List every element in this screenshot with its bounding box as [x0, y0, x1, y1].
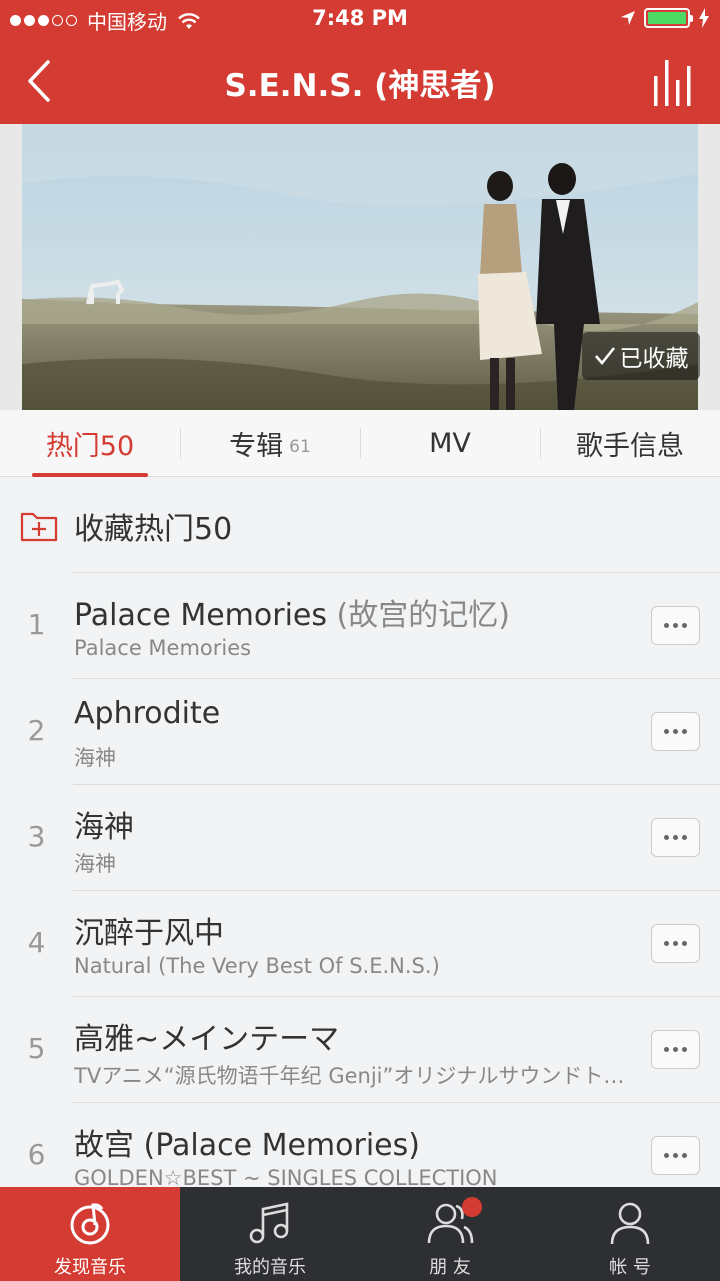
tab-bar-label: 我的音乐: [234, 1257, 306, 1278]
song-alt-title: (故宫的记忆): [327, 598, 510, 633]
song-row[interactable]: 2 Aphrodite 海神: [0, 678, 720, 784]
back-button[interactable]: [18, 56, 62, 106]
song-list: 1 Palace Memories (故宫的记忆) Palace Memorie…: [0, 572, 720, 1208]
more-options-button[interactable]: [651, 712, 700, 751]
song-album: 海神: [74, 852, 116, 876]
tab-discover-music[interactable]: 发现音乐: [0, 1187, 180, 1281]
album-count: 61: [289, 437, 311, 457]
tab-albums[interactable]: 专辑 61: [180, 410, 360, 476]
charging-bolt-icon: [699, 8, 709, 28]
song-title: 高雅~メインテーマ: [74, 1022, 340, 1057]
song-index: 4: [27, 926, 46, 959]
battery-icon: [644, 8, 693, 28]
song-album: Palace Memories: [74, 636, 252, 660]
song-index: 6: [27, 1138, 46, 1171]
song-title: 沉醉于风中: [74, 916, 224, 951]
song-title: 海神: [74, 810, 134, 845]
artist-tabs: 热门50 专辑 61 MV 歌手信息: [0, 410, 720, 477]
tab-mv[interactable]: MV: [360, 410, 540, 476]
tab-bar-label: 帐 号: [609, 1257, 651, 1278]
tab-hot50[interactable]: 热门50: [0, 410, 180, 477]
song-row[interactable]: 1 Palace Memories (故宫的记忆) Palace Memorie…: [0, 572, 720, 678]
tab-label: MV: [429, 427, 471, 459]
music-note-icon: [249, 1202, 289, 1244]
song-album: 海神: [74, 746, 116, 770]
notification-dot: [462, 1197, 482, 1217]
song-album: TVアニメ“源氏物语千年纪 Genji”オリジナルサウンドトラック: [74, 1064, 629, 1088]
tab-account[interactable]: 帐 号: [540, 1187, 720, 1281]
tab-bar-label: 发现音乐: [54, 1257, 126, 1278]
add-folder-icon: [20, 512, 58, 541]
account-icon: [610, 1202, 650, 1245]
tab-bar-label: 朋 友: [429, 1257, 471, 1278]
song-index: 5: [27, 1032, 46, 1065]
nav-bar: S.E.N.S. (神思者): [0, 40, 720, 124]
song-index: 2: [27, 714, 46, 747]
song-index: 3: [27, 820, 46, 853]
favorited-label: 已收藏: [619, 346, 689, 372]
bottom-tab-bar: 发现音乐 我的音乐 朋 友 帐 号: [0, 1187, 720, 1281]
status-bar: 中国移动 7:48 PM: [0, 0, 720, 40]
page-title: S.E.N.S. (神思者): [224, 68, 496, 104]
favorited-button[interactable]: 已收藏: [582, 332, 700, 380]
song-title: Aphrodite: [74, 696, 221, 731]
tab-friends[interactable]: 朋 友: [360, 1187, 540, 1281]
checkmark-icon: [594, 347, 615, 366]
song-index: 1: [27, 608, 46, 641]
tab-label: 歌手信息: [576, 430, 684, 462]
song-album: Natural (The Very Best Of S.E.N.S.): [74, 954, 440, 978]
song-row[interactable]: 5 高雅~メインテーマ TVアニメ“源氏物语千年纪 Genji”オリジナルサウン…: [0, 996, 720, 1102]
song-title: Palace Memories (故宫的记忆): [74, 598, 510, 633]
artist-hero: 已收藏: [0, 124, 720, 410]
collect-hot50-button[interactable]: 收藏热门50: [0, 478, 720, 573]
more-options-button[interactable]: [651, 1136, 700, 1175]
now-playing-button[interactable]: [652, 54, 698, 108]
song-row[interactable]: 4 沉醉于风中 Natural (The Very Best Of S.E.N.…: [0, 890, 720, 996]
tab-my-music[interactable]: 我的音乐: [180, 1187, 360, 1281]
tab-label: 专辑: [229, 430, 284, 462]
tab-artist-info[interactable]: 歌手信息: [540, 410, 720, 476]
more-options-button[interactable]: [651, 818, 700, 857]
status-time: 7:48 PM: [312, 6, 408, 30]
location-arrow-icon: [621, 11, 635, 25]
song-title: 故宫 (Palace Memories): [74, 1128, 420, 1163]
more-options-button[interactable]: [651, 924, 700, 963]
music-discover-icon: [70, 1203, 110, 1245]
tab-label: 热门50: [45, 430, 135, 462]
more-options-button[interactable]: [651, 1030, 700, 1069]
more-options-button[interactable]: [651, 606, 700, 645]
collect-label: 收藏热门50: [74, 511, 233, 547]
status-right: [620, 8, 710, 28]
song-row[interactable]: 3 海神 海神: [0, 784, 720, 890]
